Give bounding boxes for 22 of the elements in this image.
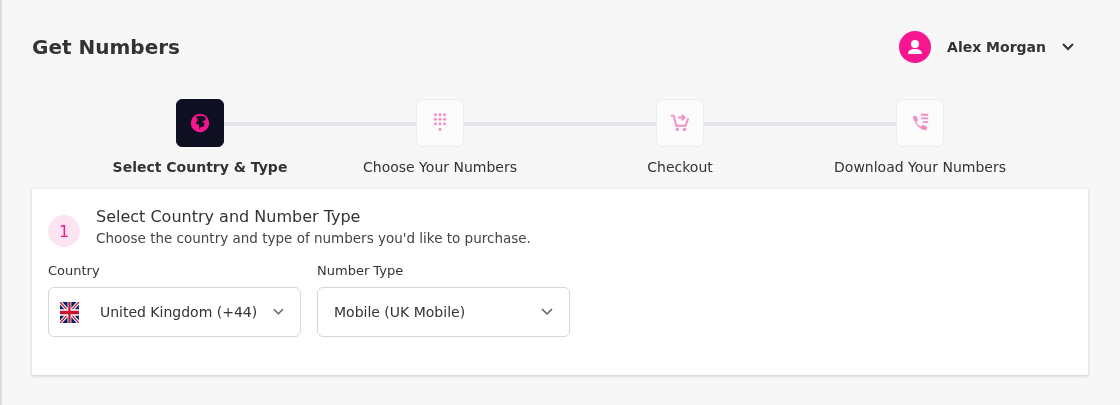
step-number: 1 [48,215,80,247]
step-label: Select Country & Type [112,159,288,175]
section-description: Choose the country and type of numbers you'd like to purchase. [96,230,531,246]
step-label: Choose Your Numbers [363,159,517,175]
step-phone-list-icon[interactable] [896,99,944,147]
flag-icon [60,301,79,323]
step-globe-icon[interactable] [176,99,224,147]
step-label: Checkout [647,159,713,175]
step-cart-icon[interactable] [656,99,704,147]
select-field[interactable]: Mobile (UK Mobile) [317,287,570,337]
chevron-down-icon [1062,43,1074,51]
field-label: Country [48,263,101,278]
section-title: Select Country and Number Type [96,207,362,226]
page-title: Get Numbers [32,35,180,59]
field-label: Number Type [317,263,405,278]
step-label: Download Your Numbers [834,159,1006,175]
avatar-icon [899,31,932,63]
step-dialpad-icon[interactable] [416,99,464,147]
user-menu[interactable]: Alex Morgan [899,31,1088,63]
chevron-down-icon [541,308,553,316]
chevron-down-icon [273,308,284,316]
select-field[interactable]: United Kingdom (+44) [48,287,301,337]
